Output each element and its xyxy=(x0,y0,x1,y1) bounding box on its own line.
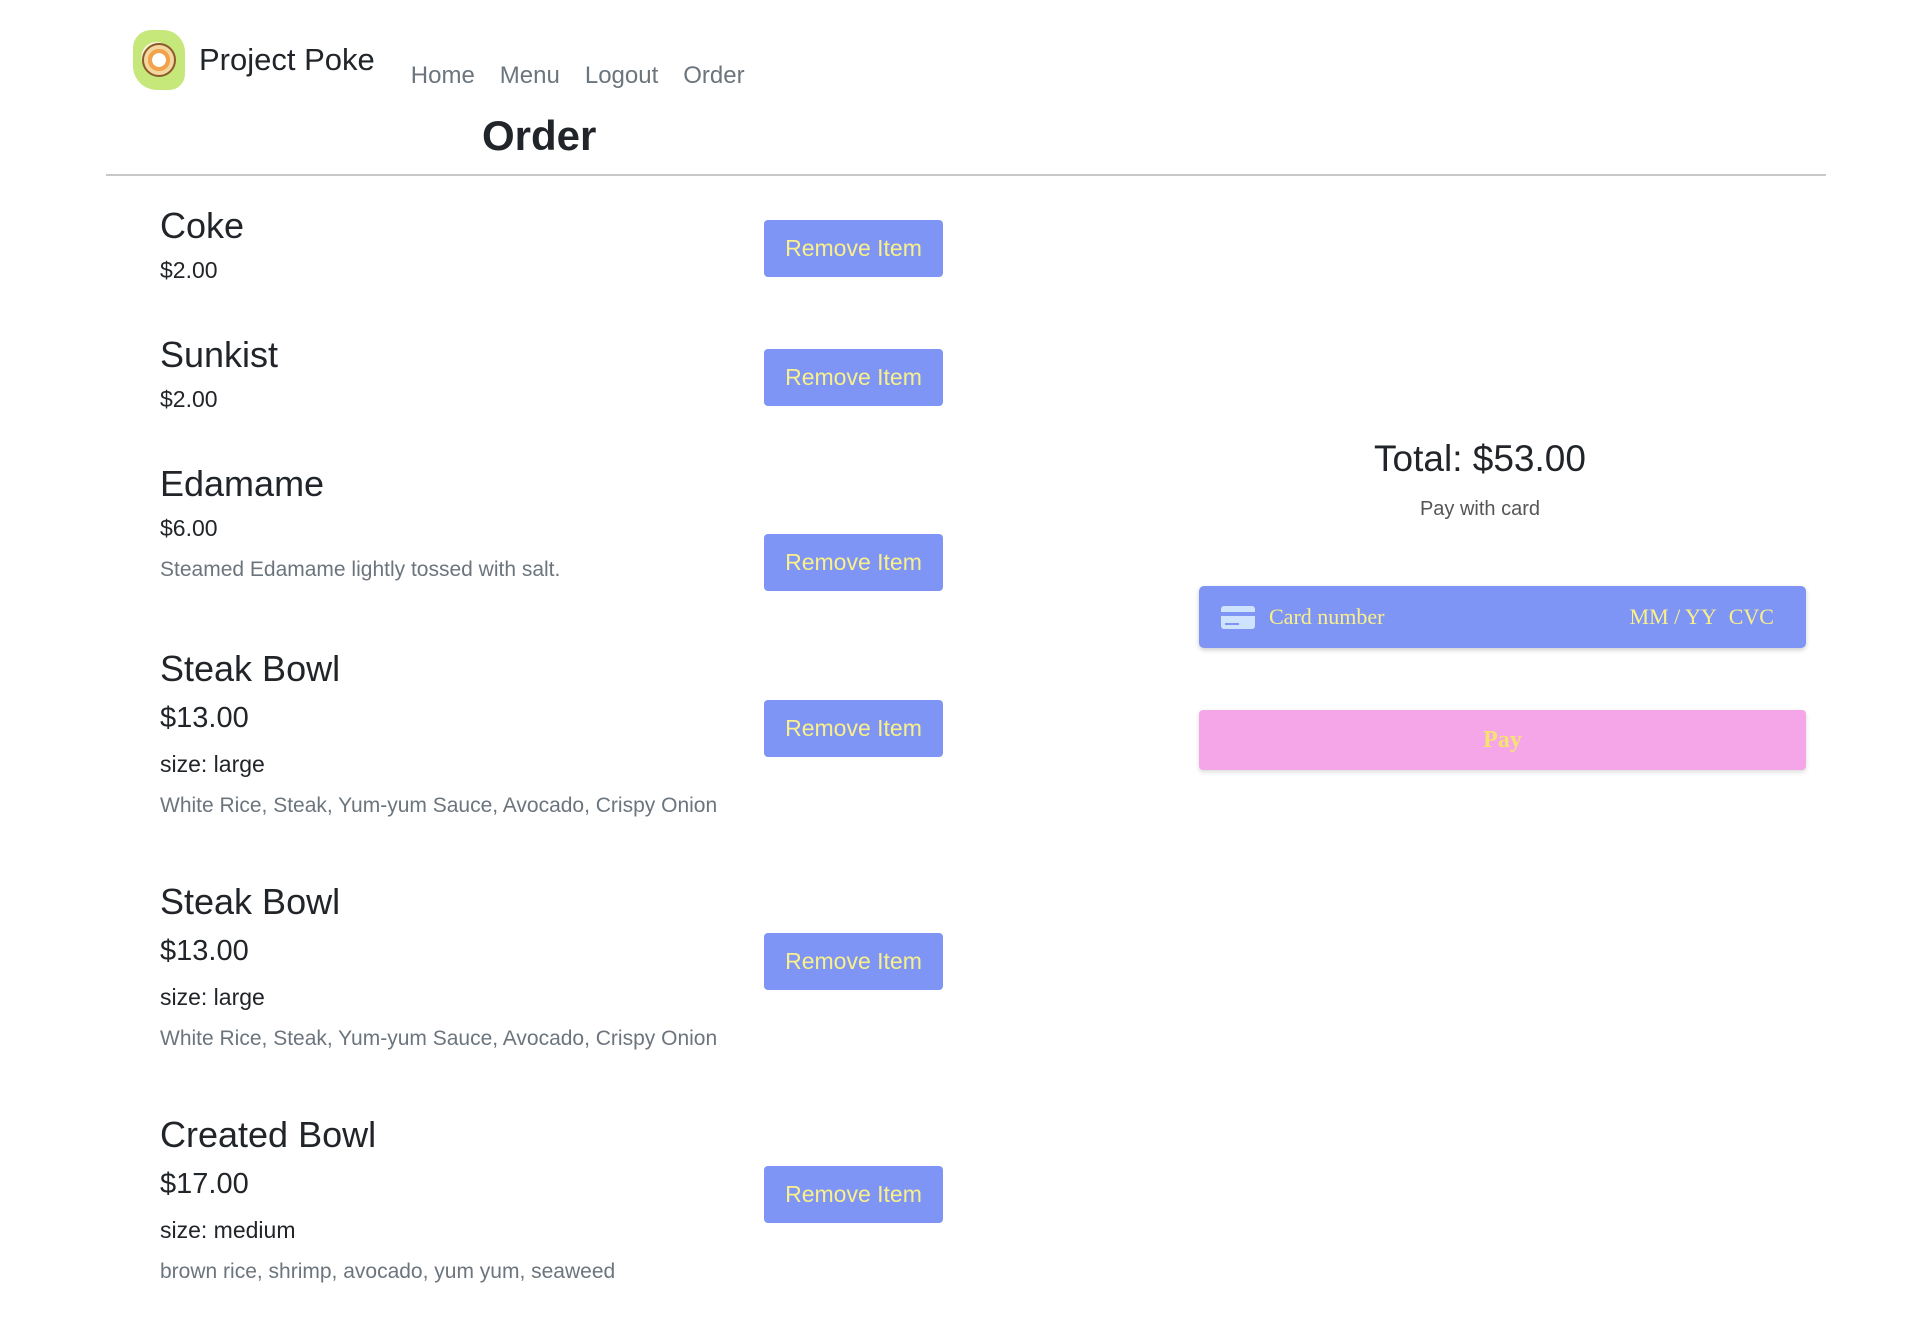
brand[interactable]: Project Poke xyxy=(133,30,375,90)
item-description: brown rice, shrimp, avocado, yum yum, se… xyxy=(160,1260,616,1284)
item-name: Created Bowl xyxy=(160,1114,377,1155)
bowl-graphic xyxy=(142,43,176,77)
page: Project Poke Home Menu Logout Order Orde… xyxy=(0,0,1920,1333)
nav-link-logout[interactable]: Logout xyxy=(585,62,658,90)
card-number-input[interactable]: Card number xyxy=(1269,604,1384,630)
order-total: Total: $53.00 xyxy=(1374,438,1586,479)
item-name: Edamame xyxy=(160,463,325,504)
poke-bowl-logo-icon xyxy=(133,30,185,90)
card-cvc-input[interactable]: CVC xyxy=(1729,604,1774,630)
page-title: Order xyxy=(482,112,597,159)
navbar: Project Poke Home Menu Logout Order xyxy=(133,25,770,95)
nav-link-order[interactable]: Order xyxy=(683,62,744,90)
remove-item-button[interactable]: Remove Item xyxy=(764,1166,943,1223)
item-description: White Rice, Steak, Yum-yum Sauce, Avocad… xyxy=(160,1027,718,1051)
nav-link-home[interactable]: Home xyxy=(411,62,475,90)
card-expiry-input[interactable]: MM / YY xyxy=(1630,604,1717,630)
pay-button[interactable]: Pay xyxy=(1199,710,1806,770)
credit-card-icon xyxy=(1221,605,1255,629)
item-description: White Rice, Steak, Yum-yum Sauce, Avocad… xyxy=(160,794,718,818)
item-name: Steak Bowl xyxy=(160,881,341,922)
remove-item-button[interactable]: Remove Item xyxy=(764,220,943,277)
brand-name: Project Poke xyxy=(199,42,375,77)
card-input-field[interactable]: Card number MM / YY CVC xyxy=(1199,586,1806,648)
remove-item-button[interactable]: Remove Item xyxy=(764,349,943,406)
nav-links: Home Menu Logout Order xyxy=(411,62,770,90)
remove-item-button[interactable]: Remove Item xyxy=(764,534,943,591)
divider xyxy=(106,174,1826,176)
remove-item-button[interactable]: Remove Item xyxy=(764,700,943,757)
pay-with-card-label: Pay with card xyxy=(1419,498,1541,520)
item-name: Steak Bowl xyxy=(160,648,341,689)
nav-link-menu[interactable]: Menu xyxy=(500,62,560,90)
remove-item-button[interactable]: Remove Item xyxy=(764,933,943,990)
